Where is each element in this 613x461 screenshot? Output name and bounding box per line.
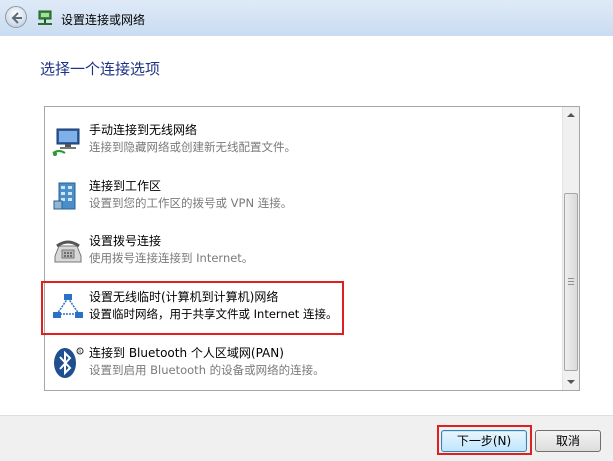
option-description: 连接到隐藏网络或创建新无线配置文件。	[89, 140, 296, 154]
option-description: 设置到启用 Bluetooth 的设备或网络的连接。	[89, 363, 325, 377]
window-title: 设置连接或网络	[61, 13, 146, 27]
option-description: 使用拨号连接连接到 Internet。	[89, 251, 254, 265]
option-manual-wireless[interactable]: 手动连接到无线网络 连接到隐藏网络或创建新无线配置文件。	[45, 117, 563, 169]
option-title: 连接到工作区	[89, 179, 162, 193]
option-description: 设置到您的工作区的拨号或 VPN 连接。	[89, 196, 293, 210]
scroll-up-button[interactable]	[563, 107, 579, 123]
option-workplace[interactable]: 连接到工作区 设置到您的工作区的拨号或 VPN 连接。	[45, 173, 563, 225]
option-bluetooth-pan[interactable]: R 连接到 Bluetooth 个人区域网(PAN) 设置到启用 Bluetoo…	[45, 340, 563, 392]
cancel-button[interactable]: 取消	[535, 430, 601, 452]
back-arrow-icon	[11, 12, 22, 24]
chevron-down-icon	[567, 380, 575, 384]
option-dialup[interactable]: 设置拨号连接 使用拨号连接连接到 Internet。	[45, 228, 563, 280]
selection-highlight-box	[41, 281, 344, 335]
title-bar: 设置连接或网络	[0, 0, 613, 36]
chevron-up-icon	[567, 113, 575, 117]
option-title: 设置拨号连接	[89, 234, 162, 248]
bluetooth-icon: R	[54, 347, 84, 378]
scrollbar-thumb[interactable]	[564, 193, 578, 371]
network-icon	[38, 10, 52, 25]
wireless-network-icon	[52, 128, 80, 156]
option-title: 手动连接到无线网络	[89, 123, 198, 137]
next-button-highlight-box	[437, 425, 532, 455]
connection-options-list: 手动连接到无线网络 连接到隐藏网络或创建新无线配置文件。 连接到工作区 设置到您…	[44, 106, 580, 391]
svg-text:R: R	[78, 349, 81, 354]
scroll-down-button[interactable]	[563, 374, 579, 390]
option-title: 连接到 Bluetooth 个人区域网(PAN)	[89, 346, 284, 360]
vertical-scrollbar[interactable]	[562, 107, 579, 390]
workplace-building-icon	[53, 182, 76, 210]
dialup-phone-icon	[54, 240, 82, 263]
page-heading: 选择一个连接选项	[40, 60, 161, 78]
back-button[interactable]	[5, 6, 27, 28]
